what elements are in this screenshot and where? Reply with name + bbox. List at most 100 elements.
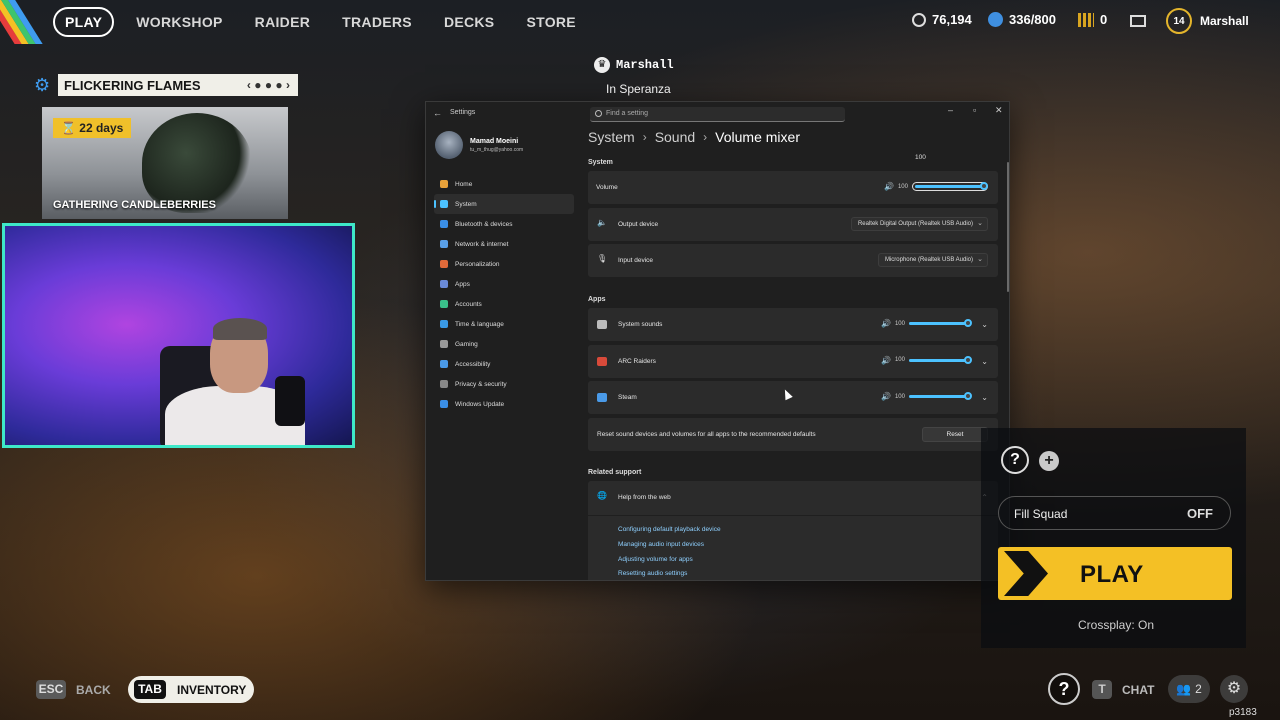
help-icon[interactable]: ?: [1048, 673, 1080, 705]
app-volume-slider[interactable]: [908, 355, 972, 364]
fill-squad-value: OFF: [1187, 506, 1213, 521]
sidebar-item-personalization[interactable]: Personalization: [434, 254, 574, 274]
speaker-icon[interactable]: 🔊: [881, 319, 891, 328]
breadcrumb-system[interactable]: System: [588, 129, 635, 145]
player-card: ♛ Marshall In Speranza: [594, 57, 674, 96]
nav-workshop[interactable]: WORKSHOP: [136, 14, 222, 30]
chat-key[interactable]: T: [1092, 680, 1112, 699]
player-username[interactable]: Marshall: [1200, 14, 1249, 28]
mail-icon[interactable]: [1130, 15, 1146, 27]
back-arrow-icon[interactable]: ←: [433, 108, 442, 118]
fill-squad-toggle[interactable]: Fill Squad OFF: [998, 496, 1231, 530]
event-card[interactable]: ⌛ 22 days GATHERING CANDLEBERRIES: [42, 107, 288, 219]
nav-traders[interactable]: TRADERS: [342, 14, 412, 30]
close-icon[interactable]: ✕: [995, 105, 1003, 116]
input-device-dropdown[interactable]: Microphone (Realtek USB Audio): [877, 253, 988, 267]
app-volume-row[interactable]: ARC Raiders 🔊 100 ⌄: [588, 344, 998, 378]
speaker-icon[interactable]: 🔊: [884, 182, 894, 191]
output-device-card[interactable]: 🔈 Output device Realtek Digital Output (…: [588, 208, 998, 241]
friends-icon: 👥: [1176, 682, 1192, 696]
app-volume-row[interactable]: System sounds 🔊 100 ⌄: [588, 308, 998, 341]
event-pager[interactable]: ‹ ● ● ● ›: [247, 78, 290, 92]
nav-raider[interactable]: RAIDER: [255, 14, 310, 30]
add-squad-member-icon[interactable]: +: [1039, 451, 1059, 471]
sidebar-item-system[interactable]: System: [434, 194, 574, 214]
stash-counter[interactable]: 336/800: [988, 12, 1056, 27]
streamer-hair: [213, 318, 267, 340]
help-link-reset[interactable]: Resetting audio settings: [618, 570, 687, 577]
sidebar-item-label: Accounts: [455, 300, 482, 308]
sidebar-item-time-language[interactable]: Time & language: [434, 314, 574, 334]
speaker-icon[interactable]: 🔊: [881, 356, 891, 365]
nav-decks[interactable]: DECKS: [444, 14, 495, 30]
chevron-down-icon[interactable]: ⌄: [981, 393, 988, 402]
hourglass-icon: ⌛: [61, 121, 80, 135]
app-icon: [597, 320, 607, 329]
master-volume-thumb[interactable]: [979, 182, 988, 190]
maximize-icon[interactable]: ▫: [973, 105, 976, 115]
nav-play[interactable]: PLAY: [53, 7, 115, 37]
event-caption: GATHERING CANDLEBERRIES: [53, 199, 216, 211]
inventory-label: INVENTORY: [177, 683, 247, 697]
output-device-dropdown[interactable]: Realtek Digital Output (Realtek USB Audi…: [850, 217, 988, 231]
tab-key: TAB: [134, 680, 166, 699]
master-volume-label: Volume: [596, 184, 618, 191]
app-volume-thumb[interactable]: [963, 355, 972, 364]
coins-value: 76,194: [932, 12, 972, 27]
friends-button[interactable]: 👥 2: [1168, 675, 1210, 703]
profile-avatar[interactable]: [435, 131, 463, 159]
sidebar-item-accounts[interactable]: Accounts: [434, 294, 574, 314]
settings-gear-icon[interactable]: ⚙: [1220, 675, 1248, 703]
player-level-badge[interactable]: 14: [1166, 8, 1192, 34]
help-link-playback[interactable]: Configuring default playback device: [618, 526, 721, 533]
settings-search-input[interactable]: Find a setting: [590, 107, 845, 122]
help-link-input[interactable]: Managing audio input devices: [618, 541, 704, 548]
minimize-icon[interactable]: –: [948, 105, 953, 115]
app-volume-thumb[interactable]: [963, 319, 972, 327]
sidebar-item-network-internet[interactable]: Network & internet: [434, 234, 574, 254]
reset-button[interactable]: Reset: [922, 427, 988, 442]
settings-window: ← Settings Find a setting – ▫ ✕ Mamad Mo…: [425, 101, 1010, 581]
chevron-down-icon[interactable]: ⌄: [981, 320, 988, 329]
back-label[interactable]: BACK: [76, 683, 111, 697]
input-device-label: Input device: [618, 257, 654, 264]
master-volume-slider[interactable]: [911, 182, 988, 191]
scrollbar[interactable]: [1007, 162, 1009, 292]
sidebar-item-home[interactable]: Home: [434, 174, 574, 194]
settings-titlebar: ← Settings Find a setting – ▫ ✕: [426, 102, 1009, 124]
app-name: Steam: [618, 394, 637, 401]
sidebar-item-icon: [440, 400, 448, 408]
esc-key[interactable]: ESC: [36, 680, 66, 699]
stash-value: 336/800: [1009, 12, 1056, 27]
main-nav: PLAY WORKSHOP RAIDER TRADERS DECKS STORE: [53, 7, 608, 37]
sidebar-item-privacy-security[interactable]: Privacy & security: [434, 374, 574, 394]
play-button[interactable]: PLAY: [998, 547, 1232, 600]
chevron-down-icon[interactable]: ⌄: [981, 357, 988, 366]
search-placeholder: Find a setting: [606, 110, 649, 117]
app-volume-row[interactable]: Steam 🔊 100 ⌄: [588, 381, 998, 414]
sidebar-item-gaming[interactable]: Gaming: [434, 334, 574, 354]
help-from-web-card[interactable]: 🌐 Help from the web ⌃: [588, 481, 998, 515]
app-volume-slider[interactable]: [908, 392, 972, 400]
sidebar-item-apps[interactable]: Apps: [434, 274, 574, 294]
chat-label[interactable]: CHAT: [1122, 683, 1154, 697]
reset-description: Reset sound devices and volumes for all …: [597, 431, 816, 438]
tokens-counter[interactable]: 0: [1078, 12, 1107, 27]
sidebar-item-label: Apps: [455, 280, 470, 288]
squad-slot-help-icon[interactable]: ?: [1001, 446, 1029, 474]
help-link-app-volume[interactable]: Adjusting volume for apps: [618, 556, 693, 563]
sidebar-item-label: System: [455, 200, 477, 208]
nav-store[interactable]: STORE: [526, 14, 575, 30]
coins-counter[interactable]: 76,194: [912, 12, 972, 27]
app-volume-slider[interactable]: [908, 319, 972, 327]
sidebar-item-accessibility[interactable]: Accessibility: [434, 354, 574, 374]
speaker-icon[interactable]: 🔊: [881, 392, 891, 401]
settings-content: System › Sound › Volume mixer System Vol…: [588, 129, 1000, 580]
app-volume-thumb[interactable]: [963, 392, 972, 400]
sidebar-item-bluetooth-devices[interactable]: Bluetooth & devices: [434, 214, 574, 234]
breadcrumb-sound[interactable]: Sound: [655, 129, 695, 145]
sidebar-item-icon: [440, 380, 448, 388]
sidebar-item-windows-update[interactable]: Windows Update: [434, 394, 574, 414]
input-device-card[interactable]: 🎙 Input device Microphone (Realtek USB A…: [588, 244, 998, 277]
sidebar-item-label: Personalization: [455, 260, 500, 268]
